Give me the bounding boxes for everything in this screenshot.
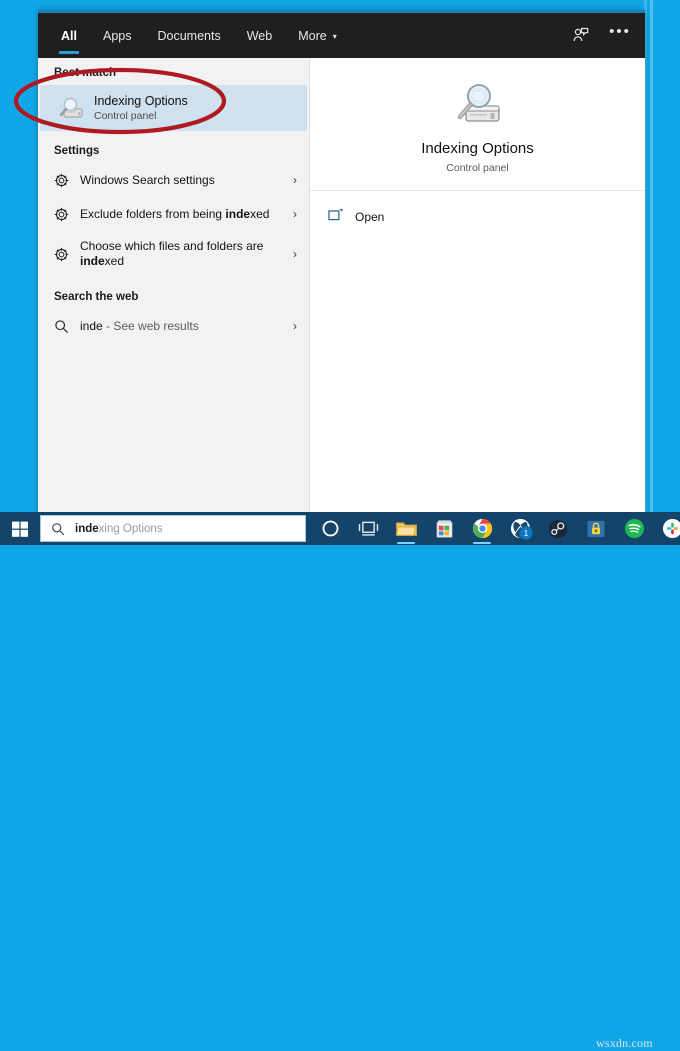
running-indicator [473,542,491,544]
setting-label: Windows Search settings [76,173,283,188]
feedback-icon[interactable] [565,21,595,51]
chevron-down-icon: ▾ [333,33,337,41]
search-icon [51,522,69,536]
result-title: Indexing Options [94,94,188,109]
preview-separator [310,190,645,191]
search-tabs: All Apps Documents Web More ▾ [48,13,350,58]
settings-group-label: Settings [38,131,309,163]
tab-apps-label: Apps [103,29,132,43]
xbox-badge: 1 [519,526,533,540]
start-icon[interactable] [0,512,40,545]
search-tabbar: All Apps Documents Web More ▾ [38,13,645,58]
result-text: Indexing Options Control panel [94,94,188,123]
setting-exclude-folders[interactable]: Exclude folders from being indexed › [38,197,309,231]
setting-label: Exclude folders from being indexed [76,207,283,222]
chevron-right-icon: › [283,207,297,221]
taskbar-icons: 1 [312,512,680,545]
taskbar-search-text: indexing Options [75,523,163,535]
microsoft-store-icon[interactable] [426,512,462,545]
windows-search-panel: All Apps Documents Web More ▾ [38,10,645,512]
chevron-right-icon: › [283,319,297,333]
security-icon[interactable] [578,512,614,545]
wallpaper-stripes [644,0,656,512]
preview-pane: Indexing Options Control panel Open [310,58,645,512]
preview-indexing-options-icon [310,76,645,134]
open-window-icon [328,208,343,227]
chrome-icon[interactable] [464,512,500,545]
indexing-options-icon [54,91,88,125]
taskbar-search-input[interactable]: indexing Options [40,515,306,542]
web-result-label: inde - See web results [76,319,283,334]
xbox-icon[interactable]: 1 [502,512,538,545]
more-options-label: ••• [609,24,631,39]
preview-title: Indexing Options [310,140,645,157]
spotify-icon[interactable] [616,512,652,545]
cortana-icon[interactable] [312,512,348,545]
chevron-right-icon: › [283,173,297,187]
web-result-row[interactable]: inde - See web results › [38,309,309,343]
search-typed-text: inde [75,523,99,535]
slack-icon[interactable] [654,512,680,545]
open-action[interactable]: Open [328,204,384,230]
preview-subtitle: Control panel [310,162,645,174]
result-indexing-options[interactable]: Indexing Options Control panel [40,85,307,131]
search-body: Best match Indexing Options [38,58,645,512]
search-suggestion-text: xing Options [99,523,163,535]
tab-documents[interactable]: Documents [144,13,233,58]
screen: All Apps Documents Web More ▾ [0,0,680,545]
more-options-icon[interactable]: ••• [605,21,635,51]
watermark: wsxdn.com [596,1036,653,1051]
gear-icon [54,247,76,262]
taskbar: indexing Options [0,512,680,545]
tab-web-label: Web [247,29,272,43]
task-view-icon[interactable] [350,512,386,545]
result-subtitle: Control panel [94,109,188,123]
setting-choose-files-folders[interactable]: Choose which files and folders are index… [38,231,309,277]
tab-documents-label: Documents [157,29,220,43]
tabbar-actions: ••• [565,13,635,58]
gear-icon [54,173,76,188]
tab-web[interactable]: Web [234,13,285,58]
steam-icon[interactable] [540,512,576,545]
tab-more-label: More [298,29,326,43]
tab-apps[interactable]: Apps [90,13,145,58]
chevron-right-icon: › [283,247,297,261]
tab-more[interactable]: More ▾ [285,13,350,58]
tab-all-label: All [61,29,77,43]
running-indicator [397,542,415,544]
best-match-group-label: Best match [38,58,309,85]
setting-label: Choose which files and folders are index… [76,239,283,269]
tab-all[interactable]: All [48,13,90,58]
results-column: Best match Indexing Options [38,58,309,512]
search-icon [54,319,76,334]
setting-windows-search-settings[interactable]: Windows Search settings › [38,163,309,197]
search-web-group-label: Search the web [38,277,309,309]
file-explorer-icon[interactable] [388,512,424,545]
open-label: Open [355,210,384,224]
gear-icon [54,207,76,222]
